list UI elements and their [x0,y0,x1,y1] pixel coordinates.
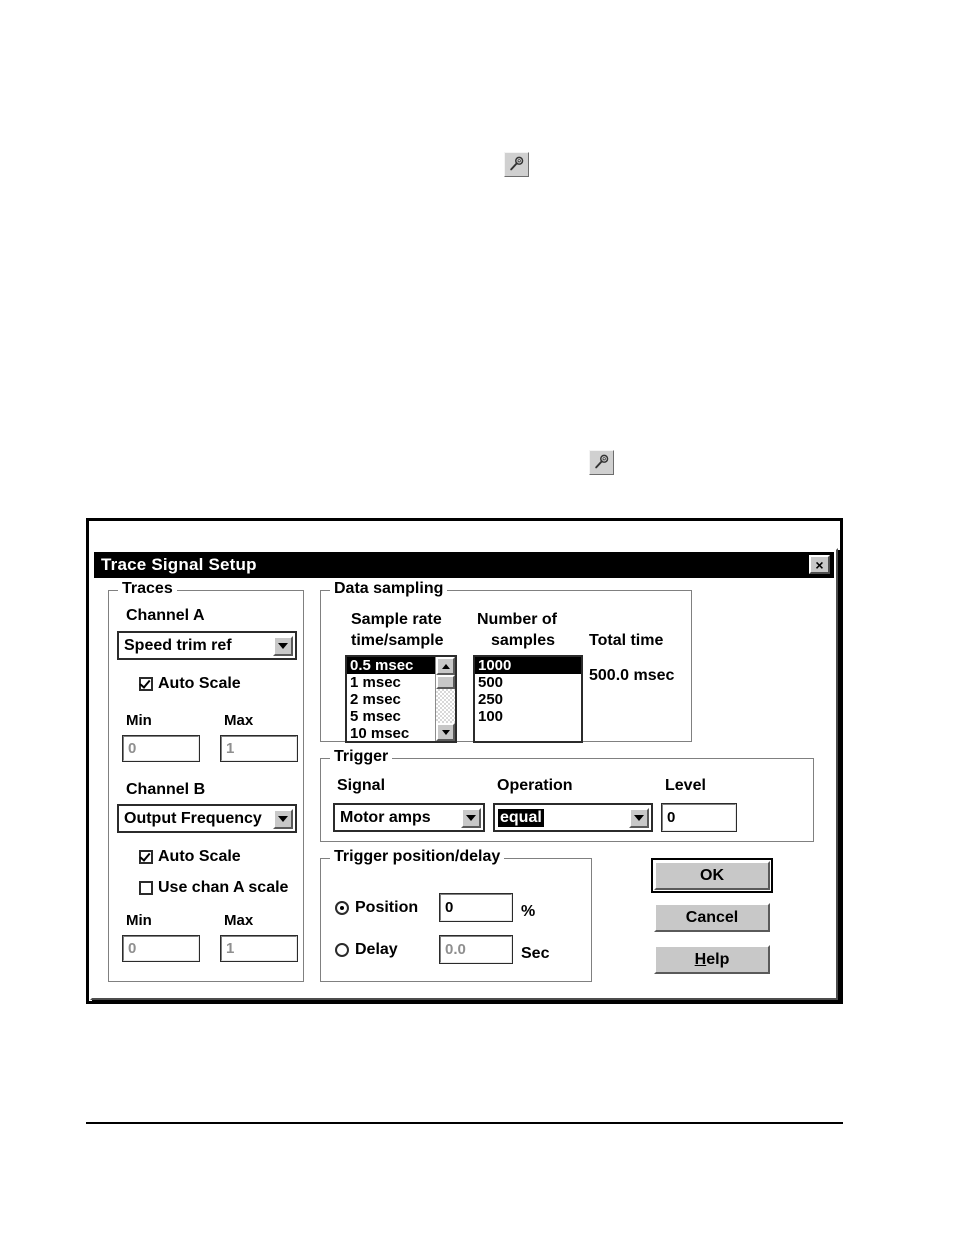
close-icon[interactable]: × [809,555,830,574]
help-button-accel: H [694,950,707,968]
trigger-operation-combo[interactable]: equal [493,803,653,832]
channel-b-max-label: Max [224,912,254,929]
use-chan-a-scale-checkbox[interactable]: Use chan A scale [139,879,288,897]
wrench-tool-icon [504,152,529,177]
radio-unselected-icon [335,943,349,957]
trigger-signal-label: Signal [337,777,386,794]
channel-a-max-input[interactable]: 1 [220,735,298,762]
sample-rate-label-line1: Sample rate [351,611,442,628]
channel-a-auto-scale-checkbox[interactable]: Auto Scale [139,675,241,693]
chevron-down-icon[interactable] [273,635,293,656]
list-item[interactable]: 1 msec [347,674,435,691]
num-samples-options: 1000 500 250 100 [475,657,581,741]
delay-input[interactable]: 0.0 [439,935,513,964]
scroll-down-icon[interactable] [436,723,455,741]
sample-rate-options: 0.5 msec 1 msec 2 msec 5 msec 10 msec [347,657,435,741]
trigger-position-group-legend: Trigger position/delay [330,848,505,866]
channel-b-signal-combo[interactable]: Output Frequency [117,804,297,833]
traces-group-legend: Traces [118,580,177,598]
sample-rate-listbox[interactable]: 0.5 msec 1 msec 2 msec 5 msec 10 msec [345,655,457,743]
trigger-signal-value: Motor amps [340,808,431,826]
chevron-down-icon[interactable] [273,808,293,829]
delay-unit-label: Sec [521,945,550,962]
wrench-icon [595,454,609,469]
sample-rate-label-line2: time/sample [351,632,444,649]
channel-b-auto-scale-checkbox[interactable]: Auto Scale [139,848,241,866]
trigger-signal-combo[interactable]: Motor amps [333,803,485,832]
list-item[interactable]: 10 msec [347,725,435,741]
trigger-level-label: Level [665,777,706,794]
delay-radio[interactable]: Delay [335,941,398,959]
channel-a-max-label: Max [224,712,254,729]
chevron-down-icon[interactable] [461,807,481,828]
radio-selected-icon [335,901,349,915]
channel-b-signal-value: Output Frequency [124,809,262,827]
chevron-down-icon[interactable] [629,807,649,828]
channel-a-min-input[interactable]: 0 [122,735,200,762]
channel-a-label: Channel A [126,607,205,624]
help-button-label: elp [706,950,730,968]
channel-a-signal-combo[interactable]: Speed trim ref [117,631,297,660]
wrench-icon [510,156,524,171]
channel-b-min-label: Min [126,912,152,929]
wrench-tool-icon [589,450,614,475]
delay-radio-label: Delay [355,941,398,958]
trigger-group-legend: Trigger [330,748,393,766]
sample-rate-scrollbar[interactable] [435,657,455,741]
page-footer-rule [86,1122,843,1124]
cancel-button[interactable]: Cancel [654,903,770,932]
ok-button[interactable]: OK [651,858,773,893]
trigger-operation-label: Operation [497,777,573,794]
channel-b-min-input[interactable]: 0 [122,935,200,962]
position-unit-label: % [521,903,536,920]
num-samples-label-line1: Number of [477,611,557,628]
list-item[interactable]: 500 [475,674,581,691]
data-sampling-group: Data sampling Sample rate time/sample Nu… [320,580,692,743]
trigger-group: Trigger Signal Operation Level Motor amp… [320,748,814,842]
num-samples-listbox[interactable]: 1000 500 250 100 [473,655,583,743]
trigger-level-input[interactable]: 0 [661,803,737,832]
dialog-title: Trace Signal Setup [101,555,257,574]
checkmark-icon [139,677,153,691]
list-item[interactable]: 0.5 msec [347,657,435,674]
channel-a-auto-scale-label: Auto Scale [158,675,241,692]
position-input[interactable]: 0 [439,893,513,922]
channel-a-signal-value: Speed trim ref [124,636,232,654]
channel-a-min-label: Min [126,712,152,729]
trigger-position-group: Trigger position/delay Position 0 % Dela… [320,848,592,982]
scrollbar-thumb[interactable] [436,675,455,689]
channel-b-label: Channel B [126,781,206,798]
trigger-operation-value: equal [498,808,544,827]
help-button[interactable]: Help [654,945,770,974]
list-item[interactable]: 2 msec [347,691,435,708]
total-time-value: 500.0 msec [589,667,675,684]
channel-b-auto-scale-label: Auto Scale [158,848,241,865]
title-bar: Trace Signal Setup × [94,552,834,578]
list-item[interactable]: 5 msec [347,708,435,725]
channel-b-max-input[interactable]: 1 [220,935,298,962]
use-chan-a-scale-label: Use chan A scale [158,879,289,896]
list-item[interactable]: 1000 [475,657,581,674]
position-radio[interactable]: Position [335,899,418,917]
scrollbar-track[interactable] [436,675,455,723]
data-sampling-group-legend: Data sampling [330,580,448,598]
trace-signal-setup-dialog: Trace Signal Setup × Traces Channel A Sp… [90,548,838,1000]
list-item[interactable]: 250 [475,691,581,708]
position-radio-label: Position [355,899,419,916]
total-time-label: Total time [589,632,664,649]
checkbox-icon [139,881,153,895]
num-samples-label-line2: samples [491,632,556,649]
list-item[interactable]: 100 [475,708,581,725]
traces-group: Traces Channel A Speed trim ref Auto Sca… [108,580,304,982]
scroll-up-icon[interactable] [436,657,455,675]
checkmark-icon [139,850,153,864]
